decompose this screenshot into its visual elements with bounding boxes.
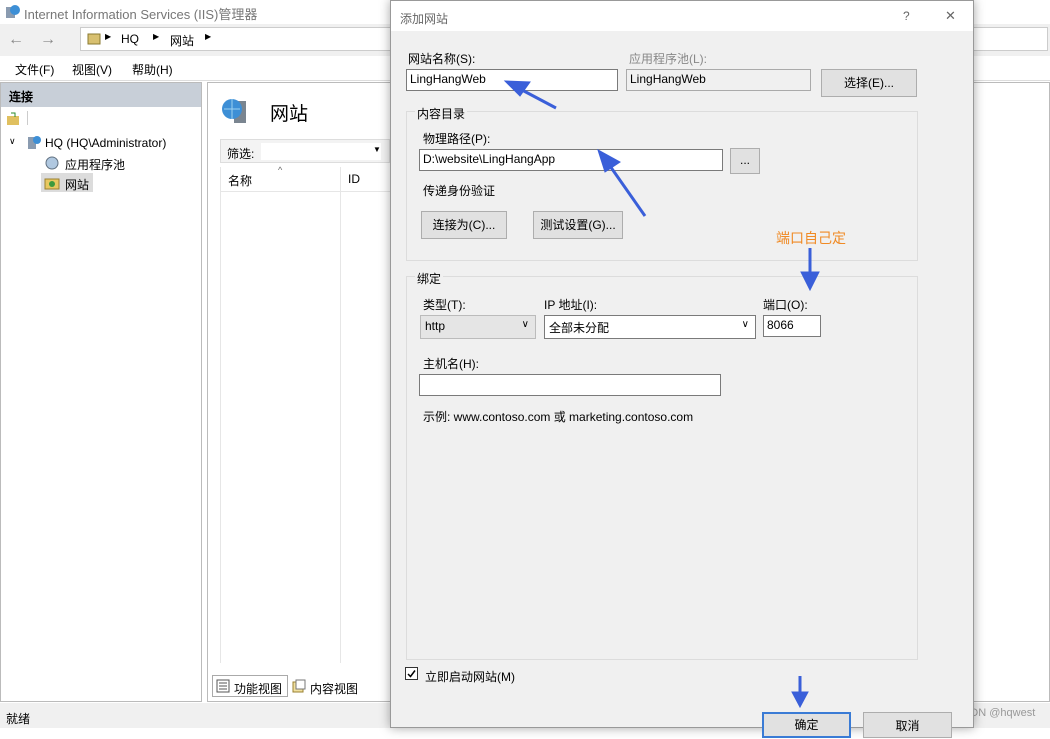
ip-select[interactable]: 全部未分配 ∨ bbox=[544, 315, 756, 339]
hostname-label: 主机名(H): bbox=[423, 357, 479, 371]
menu-view[interactable]: 视图(V) bbox=[72, 61, 112, 78]
add-website-dialog: 添加网站 ? ✕ 网站名称(S): LingHangWeb 应用程序池(L): … bbox=[390, 0, 974, 738]
site-name-label: 网站名称(S): bbox=[408, 52, 476, 66]
connections-panel: 连接 ∨ HQ (HQ\Administrator) 应用程序池 网站 bbox=[0, 82, 202, 702]
chevron-down-icon: ∨ bbox=[741, 319, 749, 330]
tree-item-app-pools[interactable]: 应用程序池 bbox=[65, 156, 125, 173]
checkmark-icon bbox=[407, 670, 416, 678]
breadcrumb-hq[interactable]: HQ bbox=[121, 32, 139, 46]
features-view-icon bbox=[216, 679, 230, 693]
filter-bar: 筛选: ▼ bbox=[220, 139, 390, 163]
tree-item-sites[interactable]: 网站 bbox=[65, 176, 89, 193]
menu-file[interactable]: 文件(F) bbox=[15, 61, 54, 78]
connect-icon[interactable] bbox=[6, 112, 22, 126]
server-node-icon bbox=[28, 136, 41, 149]
sites-table-header: 名称 ^ ID bbox=[220, 165, 390, 192]
site-name-input[interactable]: LingHangWeb bbox=[406, 69, 618, 91]
tree-item-server[interactable]: HQ (HQ\Administrator) bbox=[45, 136, 166, 150]
forward-button[interactable]: → bbox=[36, 30, 60, 50]
ip-label: IP 地址(I): bbox=[544, 298, 598, 312]
select-pool-button[interactable]: 选择(E)... bbox=[821, 69, 917, 97]
physical-path-label: 物理路径(P): bbox=[423, 132, 491, 146]
breadcrumb-sites[interactable]: 网站 bbox=[170, 32, 194, 49]
window-title: Internet Information Services (IIS)管理器 bbox=[24, 7, 258, 22]
app-pool-icon bbox=[45, 156, 59, 170]
physical-path-input[interactable]: D:\website\LingHangApp bbox=[419, 149, 723, 171]
page-title: 网站 bbox=[270, 104, 309, 125]
filter-label: 筛选: bbox=[227, 147, 255, 161]
chevron-down-icon: ∨ bbox=[521, 319, 529, 330]
column-divider bbox=[340, 167, 341, 663]
start-immediately-label: 立即启动网站(M) bbox=[425, 670, 515, 684]
hostname-example: 示例: www.contoso.com 或 marketing.contoso.… bbox=[423, 410, 694, 424]
server-icon bbox=[87, 33, 101, 45]
breadcrumb-separator-icon: ▶ bbox=[205, 32, 212, 41]
sort-ascending-icon: ^ bbox=[278, 165, 283, 175]
menu-help[interactable]: 帮助(H) bbox=[132, 61, 173, 78]
dialog-title-bar: 添加网站 ? ✕ bbox=[391, 1, 973, 31]
port-annotation-note: 端口自己定 bbox=[776, 230, 846, 246]
cancel-button[interactable]: 取消 bbox=[863, 712, 952, 738]
table-border bbox=[220, 167, 221, 663]
expand-chevron-icon[interactable]: ∨ bbox=[9, 136, 16, 147]
port-label: 端口(O): bbox=[763, 298, 808, 312]
back-button[interactable]: ← bbox=[4, 30, 28, 50]
help-button[interactable]: ? bbox=[903, 9, 910, 23]
content-group-label: 内容目录 bbox=[415, 105, 468, 122]
sites-folder-icon bbox=[44, 178, 60, 190]
dialog-title: 添加网站 bbox=[400, 12, 449, 26]
status-text: 就绪 bbox=[6, 712, 31, 726]
breadcrumb-separator-icon: ▶ bbox=[153, 32, 160, 41]
column-name[interactable]: 名称 bbox=[228, 172, 252, 189]
column-id[interactable]: ID bbox=[348, 172, 360, 186]
iis-app-icon bbox=[6, 5, 20, 18]
tab-content-view[interactable]: 内容视图 bbox=[310, 680, 358, 697]
filter-dropdown-icon[interactable]: ▼ bbox=[373, 145, 381, 154]
app-pool-label: 应用程序池(L): bbox=[629, 52, 708, 66]
breadcrumb-separator-icon: ▶ bbox=[105, 32, 112, 41]
close-button[interactable]: ✕ bbox=[945, 8, 956, 24]
pass-auth-label: 传递身份验证 bbox=[423, 184, 496, 198]
app-pool-field: LingHangWeb bbox=[626, 69, 811, 91]
content-view-icon bbox=[292, 679, 306, 693]
connect-as-button[interactable]: 连接为(C)... bbox=[421, 211, 507, 239]
type-select[interactable]: http ∨ bbox=[420, 315, 536, 339]
sites-globe-icon bbox=[222, 99, 246, 123]
binding-group-label: 绑定 bbox=[415, 270, 444, 287]
test-settings-button[interactable]: 测试设置(G)... bbox=[533, 211, 623, 239]
type-label: 类型(T): bbox=[423, 298, 466, 312]
start-immediately-checkbox[interactable] bbox=[405, 667, 418, 680]
filter-input[interactable] bbox=[261, 143, 381, 160]
hostname-input[interactable] bbox=[419, 374, 721, 396]
port-input[interactable]: 8066 bbox=[763, 315, 821, 337]
ok-button[interactable]: 确定 bbox=[762, 712, 851, 738]
browse-button[interactable]: ... bbox=[730, 148, 760, 174]
connections-header: 连接 bbox=[1, 83, 201, 107]
tab-features-view[interactable]: 功能视图 bbox=[212, 675, 288, 697]
